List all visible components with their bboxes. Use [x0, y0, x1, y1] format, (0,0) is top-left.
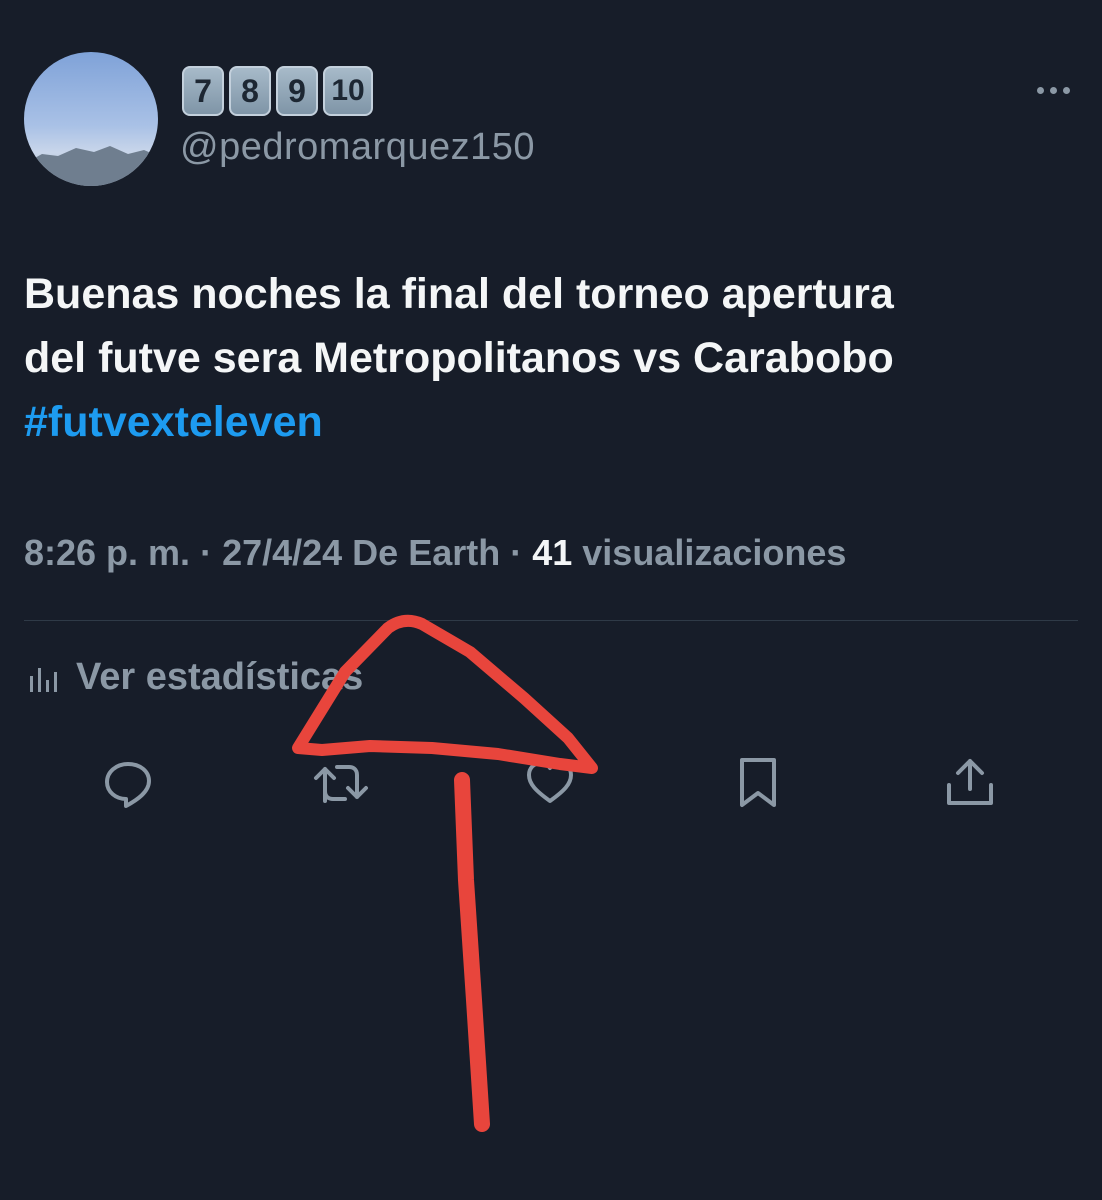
more-options-icon[interactable] [1030, 78, 1076, 102]
reply-icon [105, 762, 151, 808]
retweet-button[interactable] [313, 755, 369, 811]
avatar[interactable] [24, 52, 158, 186]
meta-separator: · [500, 532, 533, 573]
hand-drawn-red-arrow-annotation [292, 614, 598, 1132]
tweet-card: 7 8 9 10 @pedromarquez150 Buenas noches … [0, 0, 1102, 1200]
keycap-9-emoji: 9 [276, 66, 318, 116]
tweet-time[interactable]: 8:26 p. m. [24, 532, 190, 573]
keycap-7-emoji: 7 [182, 66, 224, 116]
stats-bars-icon [30, 667, 57, 692]
reply-button[interactable] [100, 755, 156, 811]
tweet-text-line: Buenas noches la final del torneo apertu… [24, 270, 894, 318]
share-button[interactable] [942, 755, 998, 811]
author-handle[interactable]: @pedromarquez150 [180, 126, 535, 169]
views-label: visualizaciones [572, 532, 847, 573]
tweet-meta: 8:26 p. m. · 27/4/24 De Earth · 41 visua… [24, 532, 846, 574]
bookmark-button[interactable] [730, 755, 786, 811]
like-button[interactable] [522, 755, 578, 811]
share-icon [947, 759, 993, 805]
tweet-text: Buenas noches la final del torneo apertu… [24, 262, 1084, 454]
keycap-8-emoji: 8 [229, 66, 271, 116]
tweet-text-line: del futve sera Metropolitanos vs Carabob… [24, 334, 894, 382]
views-count: 41 [532, 532, 573, 573]
keycap-10-emoji: 10 [323, 66, 373, 116]
avatar-mountain-image [24, 146, 158, 186]
display-name[interactable]: 7 8 9 10 [182, 66, 373, 116]
hashtag-link[interactable]: #futvexteleven [24, 390, 1084, 454]
tweet-date-source[interactable]: 27/4/24 De Earth [222, 532, 500, 573]
divider [24, 620, 1078, 621]
retweet-icon [314, 765, 368, 803]
meta-separator: · [190, 532, 223, 573]
view-stats-label: Ver estadísticas [76, 656, 364, 698]
bookmark-icon [740, 758, 776, 807]
view-stats-link[interactable]: Ver estadísticas [28, 656, 363, 699]
heart-icon [527, 761, 573, 803]
tweet-actions-bar [0, 755, 1102, 815]
